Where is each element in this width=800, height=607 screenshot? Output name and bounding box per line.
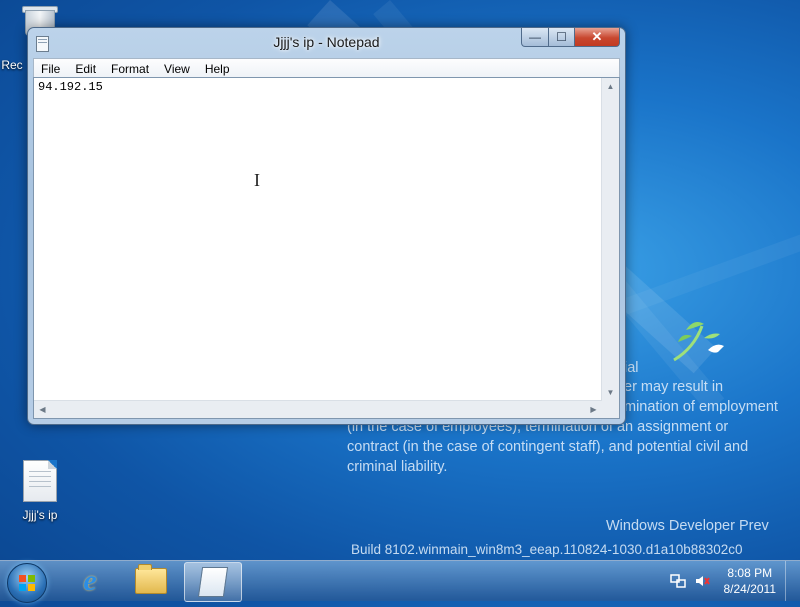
size-grip — [602, 401, 619, 418]
menu-file[interactable]: File — [34, 62, 68, 76]
notepad-taskbar-icon — [198, 567, 228, 597]
editor-content[interactable]: 94.192.15 — [38, 80, 103, 94]
watermark-line-2: er may result in — [624, 377, 723, 397]
desktop-file-label: Jjjj's ip — [23, 508, 58, 522]
menu-edit[interactable]: Edit — [68, 62, 104, 76]
scroll-up-icon[interactable]: ▲ — [602, 78, 619, 95]
text-cursor-icon: I — [254, 170, 260, 191]
scroll-right-icon[interactable]: ▶ — [585, 401, 602, 418]
windows-logo-icon — [8, 564, 46, 602]
taskbar: e 8:08 PM 8/24/2011 — [0, 560, 800, 601]
start-button[interactable] — [7, 563, 47, 603]
menu-bar: File Edit Format View Help — [33, 58, 620, 78]
vertical-scrollbar[interactable]: ▲ ▼ — [601, 78, 619, 401]
volume-muted-icon[interactable] — [694, 573, 710, 589]
taskbar-internet-explorer[interactable]: e — [62, 562, 118, 600]
os-name-text: Windows Developer Prev — [606, 516, 769, 536]
desktop-file-icon[interactable]: Jjjj's ip — [8, 460, 72, 522]
notepad-window: Jjjj's ip - Notepad — ☐ ✕ File Edit Form… — [27, 27, 626, 425]
minimize-button[interactable]: — — [521, 28, 549, 47]
build-text: Build 8102.winmain_win8m3_eeap.110824-10… — [351, 540, 743, 560]
clock-date: 8/24/2011 — [724, 581, 777, 597]
taskbar-notepad[interactable] — [184, 562, 242, 602]
watermark-line-6: criminal liability. — [347, 457, 447, 477]
close-icon: ✕ — [592, 29, 603, 45]
internet-explorer-icon: e — [83, 564, 96, 598]
minimize-icon: — — [529, 30, 541, 44]
folder-icon — [135, 568, 167, 594]
close-button[interactable]: ✕ — [575, 28, 620, 47]
scroll-left-icon[interactable]: ◀ — [34, 401, 51, 418]
network-icon[interactable] — [670, 573, 686, 589]
taskbar-explorer[interactable] — [123, 562, 179, 600]
menu-view[interactable]: View — [157, 62, 198, 76]
clock-time: 8:08 PM — [724, 565, 777, 581]
bird-logo-icon — [664, 314, 730, 370]
system-tray: 8:08 PM 8/24/2011 — [670, 561, 800, 601]
scroll-down-icon[interactable]: ▼ — [602, 384, 619, 401]
show-desktop-button[interactable] — [785, 561, 800, 601]
maximize-icon: ☐ — [556, 30, 567, 44]
text-file-icon — [23, 460, 57, 502]
clock[interactable]: 8:08 PM 8/24/2011 — [724, 565, 777, 597]
window-controls: — ☐ ✕ — [521, 28, 620, 47]
watermark-line-1: ial — [624, 358, 639, 378]
text-editor[interactable]: 94.192.15 ▲ ▼ ◀ ▶ — [33, 77, 620, 419]
watermark-line-5: contract (in the case of contingent staf… — [347, 437, 748, 457]
menu-help[interactable]: Help — [198, 62, 238, 76]
maximize-button[interactable]: ☐ — [549, 28, 575, 47]
watermark-line-3: mination of employment — [624, 397, 778, 417]
menu-format[interactable]: Format — [104, 62, 157, 76]
title-bar[interactable]: Jjjj's ip - Notepad — ☐ ✕ — [28, 28, 625, 58]
horizontal-scrollbar[interactable]: ◀ ▶ — [34, 400, 602, 418]
